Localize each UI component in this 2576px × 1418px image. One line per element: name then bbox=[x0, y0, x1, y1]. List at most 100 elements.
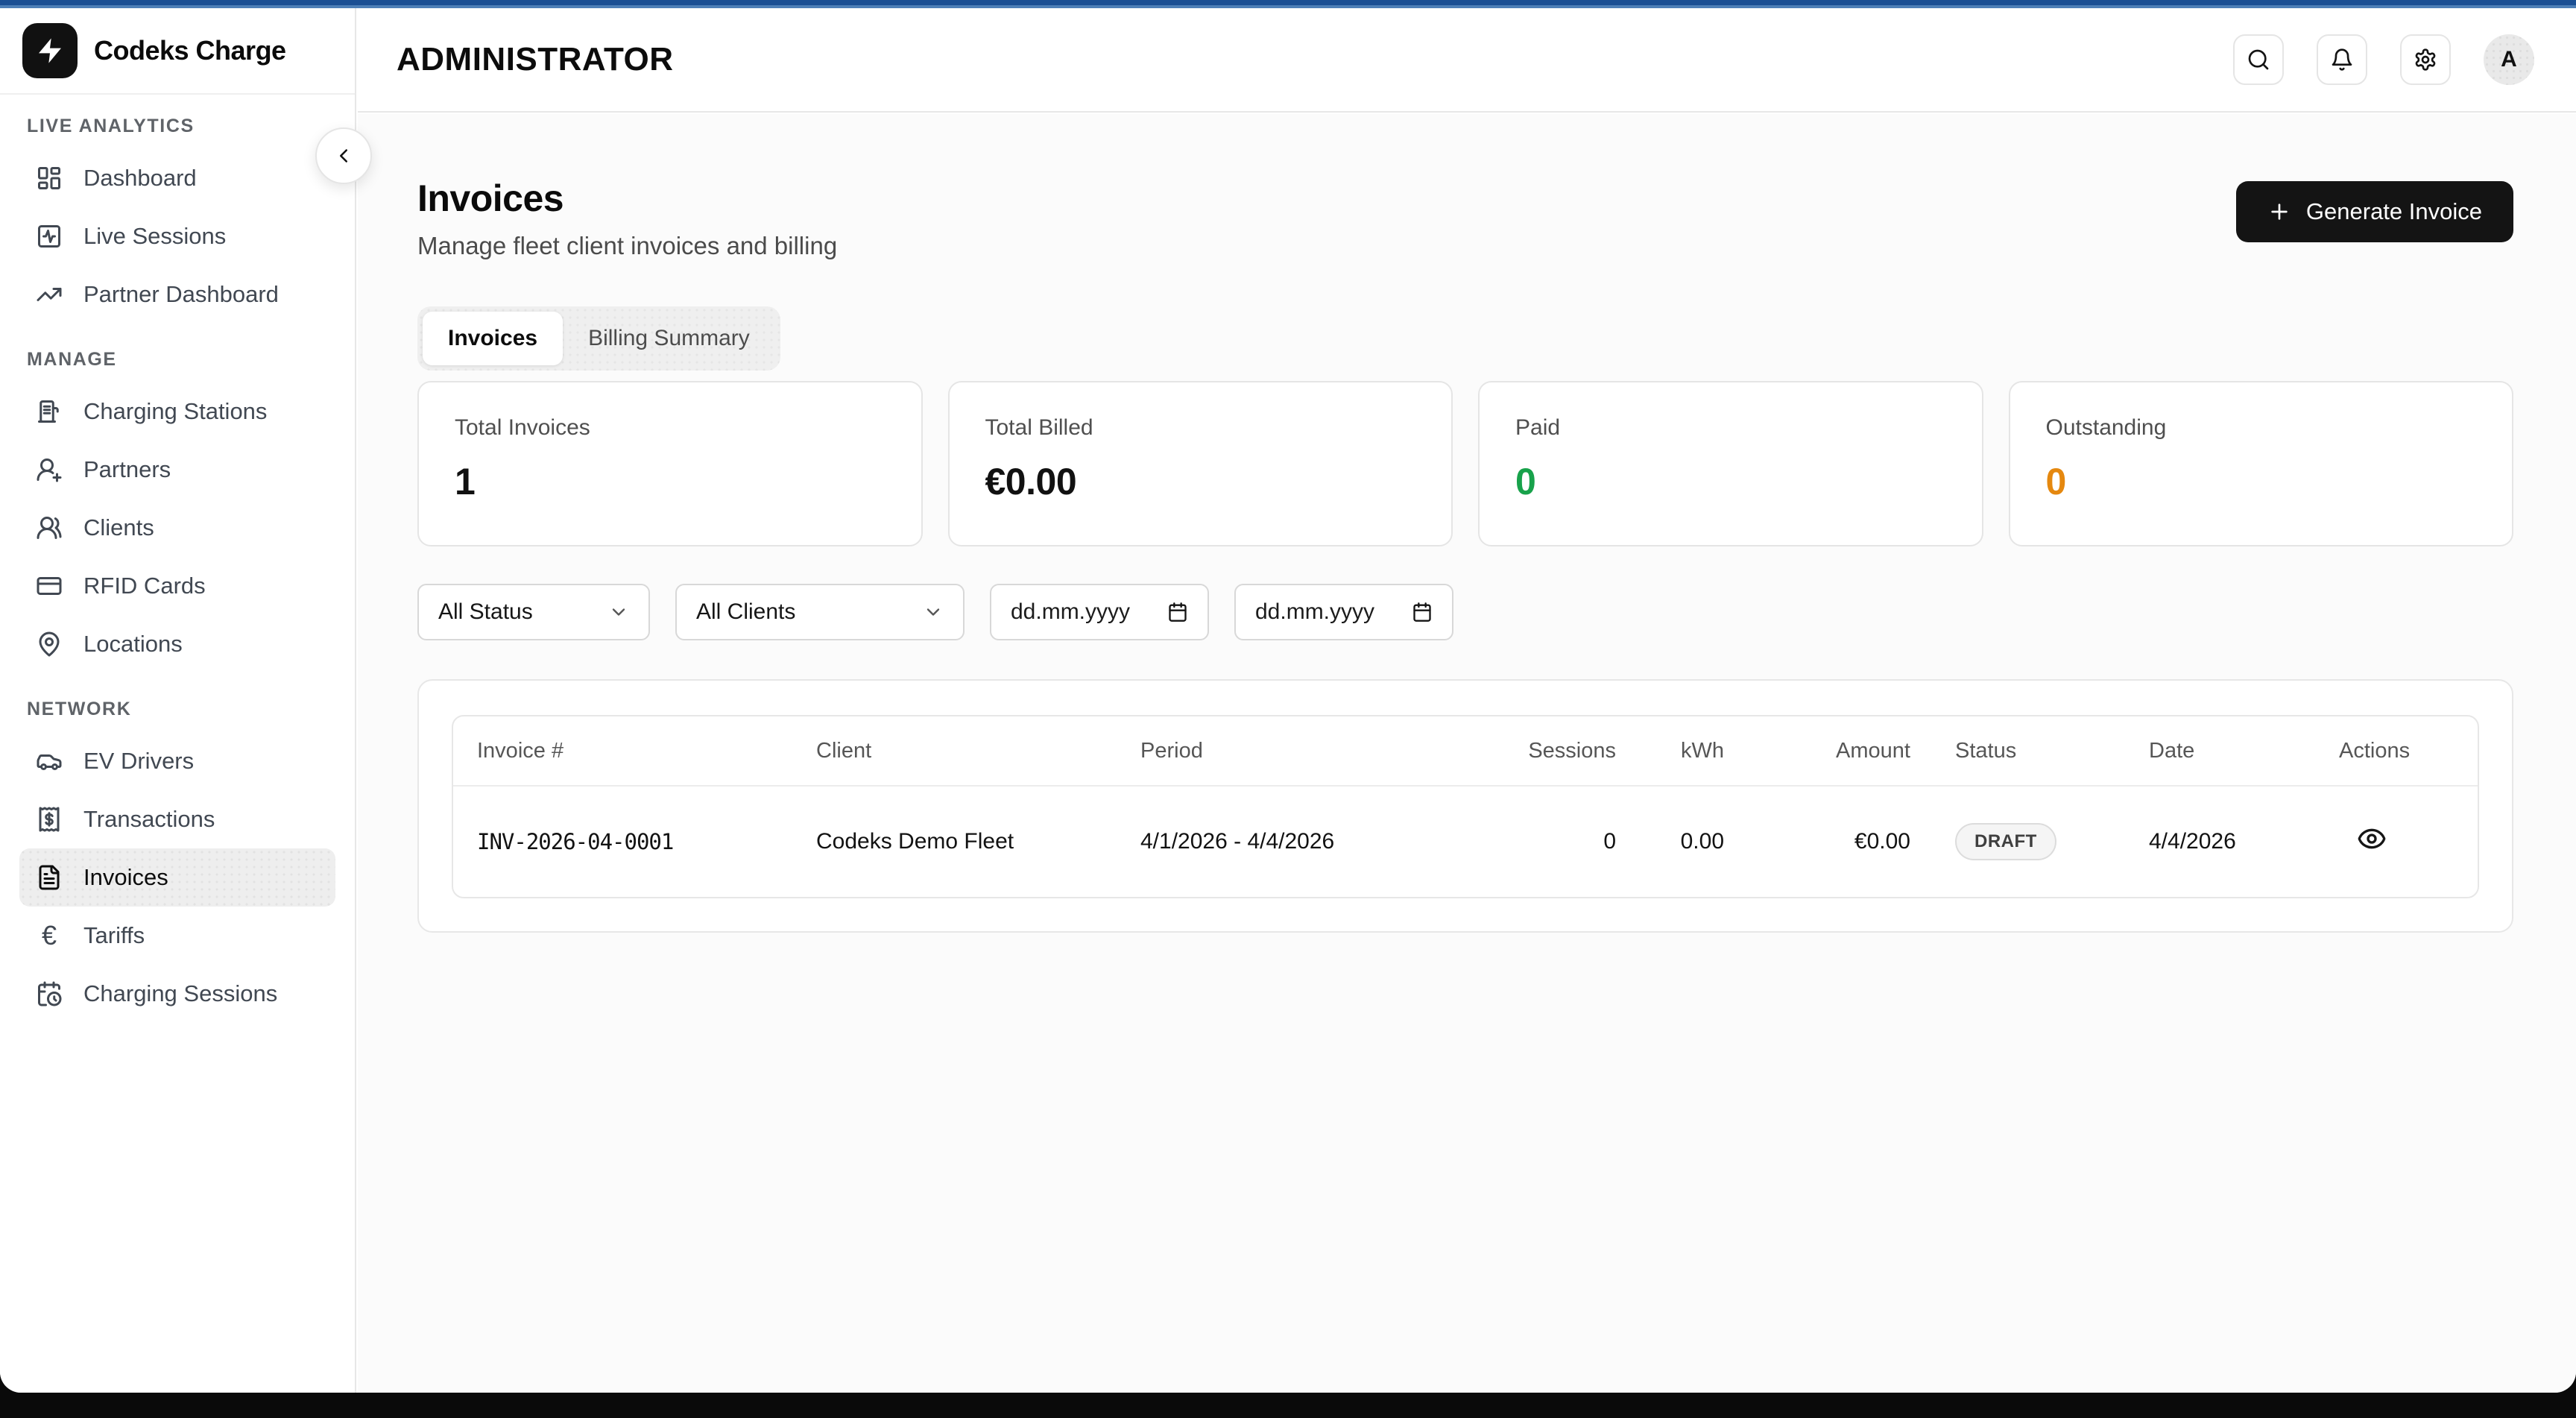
column-header-amount: Amount bbox=[1724, 739, 1910, 763]
user-plus-icon bbox=[36, 456, 63, 483]
cell-kwh: 0.00 bbox=[1616, 829, 1724, 854]
notifications-button[interactable] bbox=[2317, 34, 2367, 85]
date-to-value: dd.mm.yyyy bbox=[1255, 599, 1374, 625]
map-pin-icon bbox=[36, 631, 63, 658]
app-window: Codeks Charge LIVE ANALYTICS Dashboard L… bbox=[0, 8, 2576, 1393]
date-from-input[interactable]: dd.mm.yyyy bbox=[990, 584, 1209, 640]
plus-icon bbox=[2267, 200, 2291, 224]
browser-accent-bar bbox=[0, 0, 2576, 8]
top-header: ADMINISTRATOR A bbox=[358, 8, 2576, 113]
sidebar-item-transactions[interactable]: Transactions bbox=[19, 790, 335, 848]
bell-icon bbox=[2330, 48, 2354, 72]
date-from-value: dd.mm.yyyy bbox=[1011, 599, 1130, 625]
calendar-clock-icon bbox=[36, 980, 63, 1007]
tab-billing-summary[interactable]: Billing Summary bbox=[563, 312, 775, 365]
generate-invoice-button[interactable]: Generate Invoice bbox=[2236, 181, 2513, 242]
sidebar-item-label: Invoices bbox=[83, 864, 168, 891]
receipt-icon bbox=[36, 806, 63, 833]
sidebar-item-label: Clients bbox=[83, 514, 154, 541]
status-badge: DRAFT bbox=[1955, 823, 2056, 860]
column-header-actions: Actions bbox=[2339, 739, 2454, 763]
sidebar: Codeks Charge LIVE ANALYTICS Dashboard L… bbox=[0, 8, 356, 1393]
eye-icon bbox=[2357, 824, 2387, 854]
sidebar-item-label: Partners bbox=[83, 456, 171, 483]
sidebar-item-label: Charging Sessions bbox=[83, 980, 277, 1007]
stat-value: 1 bbox=[455, 460, 886, 503]
trending-up-icon bbox=[36, 281, 63, 308]
screen: Codeks Charge LIVE ANALYTICS Dashboard L… bbox=[0, 0, 2576, 1418]
sidebar-nav: LIVE ANALYTICS Dashboard Live Sessions P… bbox=[0, 95, 355, 1023]
invoice-table-card: Invoice # Client Period Sessions kWh Amo… bbox=[417, 679, 2513, 933]
sidebar-item-dashboard[interactable]: Dashboard bbox=[19, 149, 335, 207]
stat-card-paid: Paid 0 bbox=[1478, 381, 1983, 546]
sidebar-item-invoices[interactable]: Invoices bbox=[19, 848, 335, 907]
tab-group: Invoices Billing Summary bbox=[417, 306, 780, 371]
sidebar-item-tariffs[interactable]: € Tariffs bbox=[19, 907, 335, 965]
status-filter-value: All Status bbox=[438, 599, 533, 625]
calendar-icon bbox=[1412, 602, 1433, 623]
stat-value: 0 bbox=[2046, 460, 2477, 503]
activity-square-icon bbox=[36, 223, 63, 250]
search-icon bbox=[2247, 48, 2270, 72]
client-filter-value: All Clients bbox=[696, 599, 795, 625]
sidebar-item-charging-stations[interactable]: Charging Stations bbox=[19, 382, 335, 441]
cell-client: Codeks Demo Fleet bbox=[816, 829, 1140, 854]
cell-sessions: 0 bbox=[1527, 829, 1616, 854]
sidebar-item-live-sessions[interactable]: Live Sessions bbox=[19, 207, 335, 265]
role-title: ADMINISTRATOR bbox=[397, 41, 2233, 78]
date-to-input[interactable]: dd.mm.yyyy bbox=[1234, 584, 1453, 640]
sidebar-item-partner-dashboard[interactable]: Partner Dashboard bbox=[19, 265, 335, 324]
tab-invoices[interactable]: Invoices bbox=[423, 312, 563, 365]
column-header-client: Client bbox=[816, 739, 1140, 763]
sidebar-item-clients[interactable]: Clients bbox=[19, 499, 335, 557]
sidebar-item-label: Charging Stations bbox=[83, 398, 267, 425]
sidebar-item-label: Partner Dashboard bbox=[83, 281, 279, 308]
dashboard-grid-icon bbox=[36, 165, 63, 192]
column-header-invoice: Invoice # bbox=[477, 739, 816, 763]
view-invoice-button[interactable] bbox=[2339, 824, 2387, 854]
sidebar-collapse-button[interactable] bbox=[315, 127, 372, 184]
stat-card-total-invoices: Total Invoices 1 bbox=[417, 381, 923, 546]
chevron-down-icon bbox=[923, 602, 944, 623]
stat-value: €0.00 bbox=[985, 460, 1416, 503]
chevron-down-icon bbox=[608, 602, 629, 623]
table-row: INV-2026-04-0001 Codeks Demo Fleet 4/1/2… bbox=[453, 787, 2478, 897]
stat-label: Total Billed bbox=[985, 415, 1416, 441]
sidebar-item-charging-sessions[interactable]: Charging Sessions bbox=[19, 965, 335, 1023]
gear-icon bbox=[2414, 48, 2437, 72]
user-avatar[interactable]: A bbox=[2484, 34, 2534, 85]
charging-station-icon bbox=[36, 398, 63, 425]
sidebar-item-label: Dashboard bbox=[83, 165, 197, 192]
generate-invoice-label: Generate Invoice bbox=[2306, 198, 2482, 225]
cell-status: DRAFT bbox=[1910, 823, 2149, 860]
column-header-date: Date bbox=[2149, 739, 2339, 763]
status-filter-select[interactable]: All Status bbox=[417, 584, 650, 640]
brand-name: Codeks Charge bbox=[94, 35, 286, 66]
stat-label: Paid bbox=[1515, 415, 1946, 441]
column-header-sessions: Sessions bbox=[1527, 739, 1616, 763]
cell-period: 4/1/2026 - 4/4/2026 bbox=[1140, 829, 1527, 854]
sidebar-item-partners[interactable]: Partners bbox=[19, 441, 335, 499]
main-content: Invoices Manage fleet client invoices an… bbox=[358, 114, 2576, 1393]
file-text-icon bbox=[36, 864, 63, 891]
sidebar-item-ev-drivers[interactable]: EV Drivers bbox=[19, 732, 335, 790]
sidebar-item-label: Tariffs bbox=[83, 922, 145, 949]
sidebar-item-label: Transactions bbox=[83, 806, 215, 833]
stat-cards: Total Invoices 1 Total Billed €0.00 Paid… bbox=[417, 381, 2513, 546]
column-header-period: Period bbox=[1140, 739, 1527, 763]
page-title-row: Invoices Manage fleet client invoices an… bbox=[417, 177, 2513, 260]
stat-value: 0 bbox=[1515, 460, 1946, 503]
filter-bar: All Status All Clients dd.mm.yyyy dd.mm.… bbox=[417, 584, 2513, 640]
credit-card-icon bbox=[36, 573, 63, 599]
search-button[interactable] bbox=[2233, 34, 2284, 85]
invoice-table: Invoice # Client Period Sessions kWh Amo… bbox=[452, 715, 2479, 898]
page-subtitle: Manage fleet client invoices and billing bbox=[417, 232, 837, 260]
client-filter-select[interactable]: All Clients bbox=[675, 584, 965, 640]
section-label-network: NETWORK bbox=[27, 699, 335, 720]
settings-button[interactable] bbox=[2400, 34, 2451, 85]
sidebar-item-locations[interactable]: Locations bbox=[19, 615, 335, 673]
column-header-status: Status bbox=[1910, 739, 2149, 763]
table-header-row: Invoice # Client Period Sessions kWh Amo… bbox=[453, 716, 2478, 787]
sidebar-item-label: EV Drivers bbox=[83, 748, 194, 775]
sidebar-item-rfid-cards[interactable]: RFID Cards bbox=[19, 557, 335, 615]
